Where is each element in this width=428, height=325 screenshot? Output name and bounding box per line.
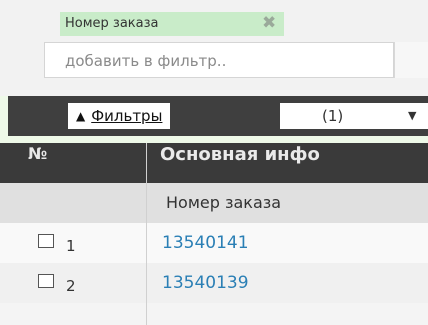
table-group-header: № Основная инфо — [0, 143, 428, 183]
chevron-up-icon: ▲ — [76, 109, 86, 123]
add-filter-placeholder: добавить в фильтр.. — [65, 52, 227, 70]
add-filter-input[interactable]: добавить в фильтр.. — [44, 42, 394, 78]
add-filter-input-edge — [394, 42, 428, 78]
column-divider — [146, 143, 147, 325]
filter-panel: Номер заказа ✖ добавить в фильтр.. — [0, 0, 428, 96]
orders-table: № Основная инфо Номер заказа 1 13540141 … — [0, 143, 428, 325]
filter-count-label: (1) — [322, 107, 344, 125]
filters-toggle-label: Фильтры — [91, 107, 163, 125]
order-number-link[interactable]: 13540139 — [162, 273, 249, 293]
close-icon[interactable]: ✖ — [262, 13, 276, 33]
row-number: 2 — [66, 277, 76, 295]
number-column-header: № — [28, 144, 48, 163]
order-number-column-header[interactable]: Номер заказа — [166, 193, 281, 212]
screen: Номер заказа ✖ добавить в фильтр.. ▲ Филь… — [0, 0, 428, 325]
row-number: 1 — [66, 237, 76, 255]
table-column-header: Номер заказа — [0, 183, 428, 223]
table-row: 1 13540141 — [0, 223, 428, 263]
filter-count-select[interactable]: (1) ▼ — [280, 103, 428, 129]
chevron-down-icon: ▼ — [408, 109, 417, 122]
filter-chip-label: Номер заказа — [65, 16, 159, 31]
order-number-link[interactable]: 13540141 — [162, 233, 249, 253]
filters-toggle-button[interactable]: ▲ Фильтры — [68, 103, 171, 129]
table-row: 2 13540139 — [0, 263, 428, 303]
filter-chip-order-number[interactable]: Номер заказа ✖ — [60, 12, 284, 36]
row-checkbox[interactable] — [38, 274, 54, 288]
group-header-title: Основная инфо — [160, 144, 320, 165]
row-checkbox[interactable] — [38, 234, 54, 248]
filter-toolbar: ▲ Фильтры (1) ▼ — [8, 96, 428, 136]
